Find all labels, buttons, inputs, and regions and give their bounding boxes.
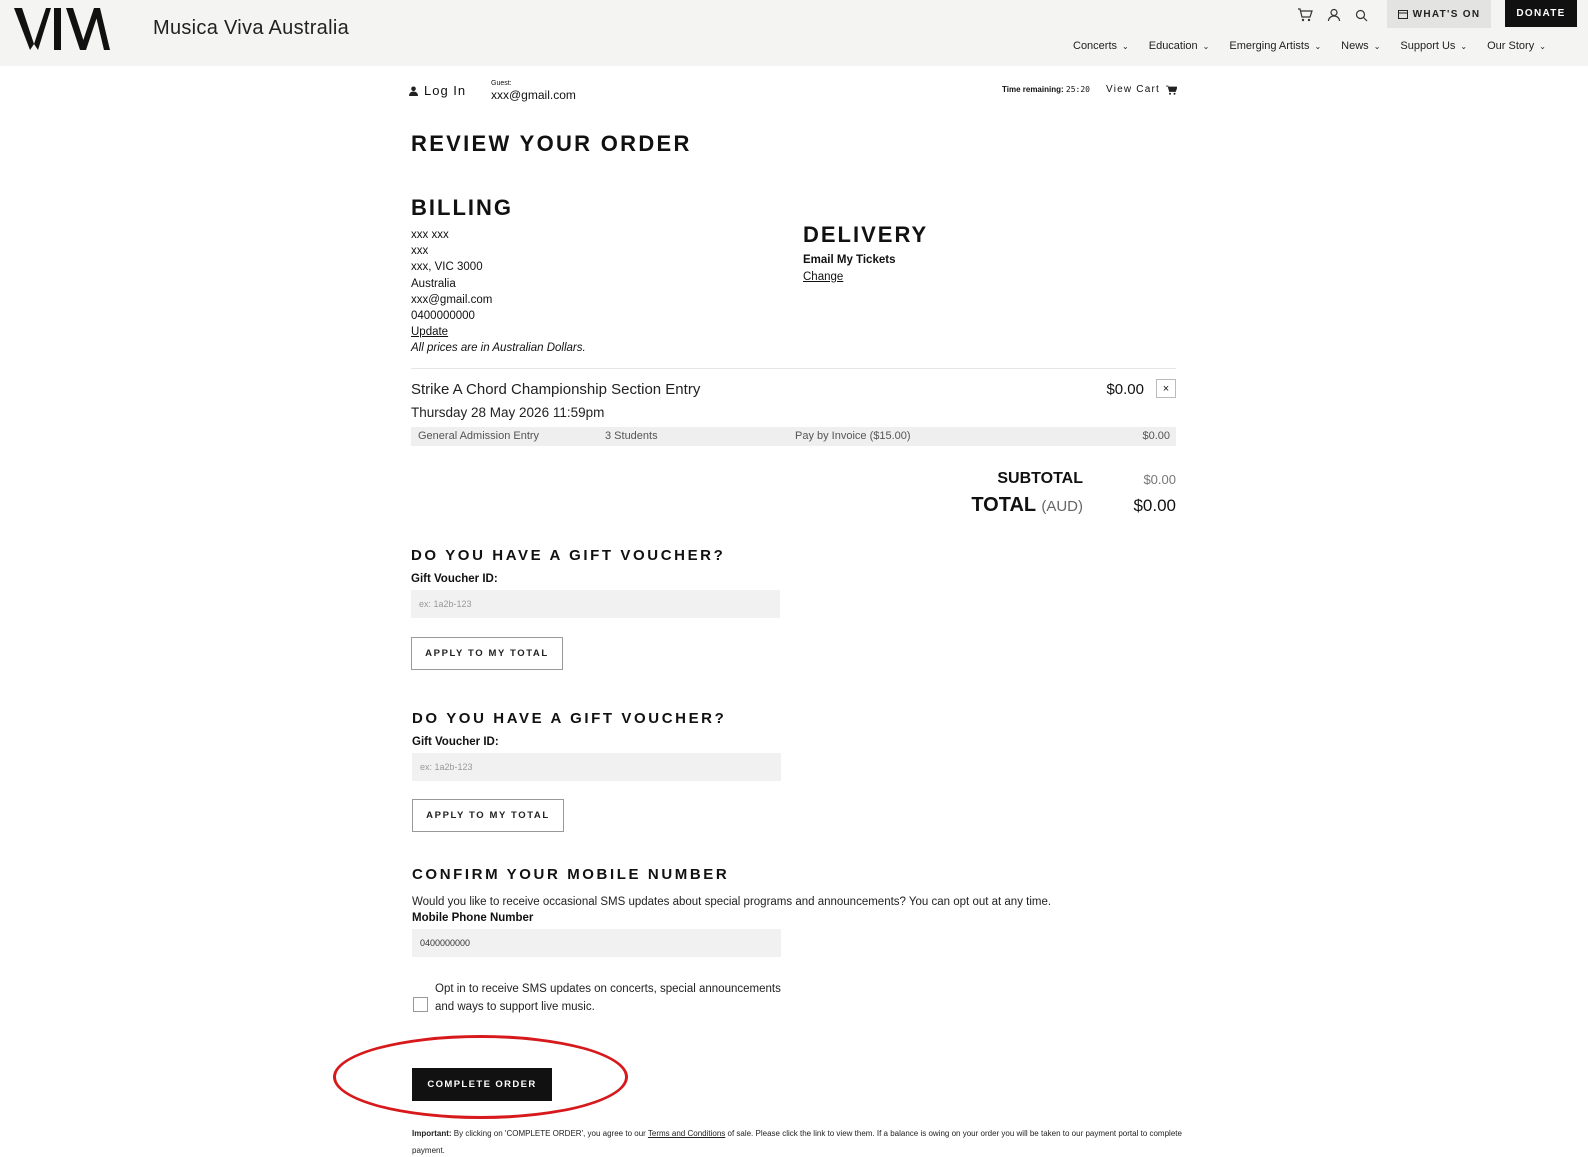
main-nav: Concerts ⌄ Education ⌄ Emerging Artists ⌄ N… bbox=[1073, 40, 1546, 52]
ticket-payment: Pay by Invoice ($15.00) bbox=[795, 430, 911, 442]
sms-optin-label[interactable]: Opt in to receive SMS updates on concert… bbox=[435, 980, 785, 1016]
mobile-label: Mobile Phone Number bbox=[412, 912, 534, 924]
delivery-change-link[interactable]: Change bbox=[803, 271, 843, 283]
user-icon bbox=[409, 86, 418, 96]
billing-email: xxx@gmail.com bbox=[411, 293, 493, 306]
brand-name[interactable]: Musica Viva Australia bbox=[153, 17, 349, 40]
ticket-qty: 3 Students bbox=[605, 430, 658, 442]
utility-icons bbox=[1297, 6, 1368, 24]
voucher-heading: DO YOU HAVE A GIFT VOUCHER? bbox=[411, 547, 726, 564]
chevron-down-icon: ⌄ bbox=[1202, 41, 1210, 51]
site-header: Musica Viva Australia WHAT'S ON DONATE C… bbox=[0, 0, 1588, 66]
terms-link[interactable]: Terms and Conditions bbox=[648, 1129, 725, 1138]
voucher-input[interactable]: ex: 1a2b-123 bbox=[412, 753, 781, 781]
total-currency: (AUD) bbox=[1041, 498, 1083, 515]
view-cart-label: View Cart bbox=[1106, 84, 1160, 95]
remove-item-button[interactable]: × bbox=[1156, 379, 1176, 398]
nav-support-us[interactable]: Support Us ⌄ bbox=[1400, 40, 1467, 52]
time-remaining: Time remaining: 25:20 bbox=[1002, 85, 1090, 94]
billing-address: xxx xxx xxx xxx, VIC 3000 Australia xxx@… bbox=[411, 227, 586, 357]
item-date: Thursday 28 May 2026 11:59pm bbox=[411, 405, 605, 420]
chevron-down-icon: ⌄ bbox=[1373, 41, 1381, 51]
cart-icon[interactable] bbox=[1297, 8, 1313, 22]
total-value: $0.00 bbox=[1133, 496, 1176, 515]
billing-line1: xxx bbox=[411, 245, 429, 258]
search-icon[interactable] bbox=[1355, 9, 1368, 22]
page-title: REVIEW YOUR ORDER bbox=[411, 131, 692, 156]
guest-email: xxx@gmail.com bbox=[491, 88, 576, 102]
apply-voucher-button[interactable]: APPLY TO MY TOTAL bbox=[411, 637, 563, 670]
currency-note: All prices are in Australian Dollars. bbox=[411, 342, 586, 355]
delivery-method: Email My Tickets bbox=[803, 254, 896, 266]
voucher-label: Gift Voucher ID: bbox=[412, 736, 499, 748]
billing-update-link[interactable]: Update bbox=[411, 324, 586, 340]
ticket-type: General Admission Entry bbox=[418, 430, 540, 442]
billing-country: Australia bbox=[411, 277, 456, 290]
time-remaining-value: 25:20 bbox=[1065, 85, 1090, 94]
login-link[interactable]: Log In bbox=[409, 83, 466, 98]
nav-emerging-artists[interactable]: Emerging Artists ⌄ bbox=[1229, 40, 1321, 52]
total-label: TOTAL (AUD) bbox=[971, 494, 1083, 516]
billing-city: xxx, VIC 3000 bbox=[411, 261, 483, 274]
sms-info-text: Would you like to receive occasional SMS… bbox=[412, 896, 1052, 908]
voucher-input[interactable]: ex: 1a2b-123 bbox=[411, 590, 780, 618]
chevron-down-icon: ⌄ bbox=[1539, 41, 1546, 51]
cart-icon bbox=[1165, 85, 1177, 95]
divider bbox=[411, 368, 1176, 369]
nav-news[interactable]: News ⌄ bbox=[1341, 40, 1380, 52]
chevron-down-icon: ⌄ bbox=[1122, 41, 1129, 51]
login-label: Log In bbox=[424, 83, 467, 98]
user-icon[interactable] bbox=[1327, 8, 1341, 22]
billing-phone: 0400000000 bbox=[411, 310, 475, 323]
chevron-down-icon: ⌄ bbox=[1314, 41, 1322, 51]
important-note: Important: By clicking on 'COMPLETE ORDE… bbox=[412, 1129, 1182, 1155]
donate-button[interactable]: DONATE bbox=[1505, 0, 1577, 27]
highlight-circle bbox=[333, 1035, 628, 1119]
nav-concerts[interactable]: Concerts ⌄ bbox=[1073, 40, 1129, 52]
voucher-label: Gift Voucher ID: bbox=[411, 573, 498, 585]
item-name: Strike A Chord Championship Section Entr… bbox=[411, 381, 701, 398]
subtotal-value: $0.00 bbox=[1143, 472, 1176, 487]
nav-our-story[interactable]: Our Story ⌄ bbox=[1487, 40, 1546, 52]
mva-logo[interactable] bbox=[14, 8, 110, 50]
subtotal-label: SUBTOTAL bbox=[997, 470, 1083, 487]
voucher-heading: DO YOU HAVE A GIFT VOUCHER? bbox=[412, 710, 727, 727]
whats-on-button[interactable]: WHAT'S ON bbox=[1387, 0, 1491, 28]
apply-voucher-button[interactable]: APPLY TO MY TOTAL bbox=[412, 799, 564, 832]
view-cart-link[interactable]: View Cart bbox=[1106, 84, 1177, 95]
mobile-input[interactable]: 0400000000 bbox=[412, 929, 781, 957]
chevron-down-icon: ⌄ bbox=[1460, 41, 1468, 51]
billing-heading: BILLING bbox=[411, 195, 513, 220]
delivery-heading: DELIVERY bbox=[803, 222, 929, 247]
mobile-heading: CONFIRM YOUR MOBILE NUMBER bbox=[412, 866, 730, 883]
guest-label: Guest: bbox=[491, 80, 512, 87]
whats-on-label: WHAT'S ON bbox=[1412, 8, 1481, 20]
billing-name: xxx xxx bbox=[411, 229, 449, 241]
calendar-icon bbox=[1397, 10, 1408, 19]
ticket-amount: $0.00 bbox=[1142, 430, 1170, 442]
nav-education[interactable]: Education ⌄ bbox=[1149, 40, 1210, 52]
item-price: $0.00 bbox=[1106, 381, 1144, 398]
sms-optin-checkbox[interactable] bbox=[413, 997, 428, 1012]
ticket-line-row: General Admission Entry 3 Students Pay b… bbox=[411, 427, 1176, 446]
